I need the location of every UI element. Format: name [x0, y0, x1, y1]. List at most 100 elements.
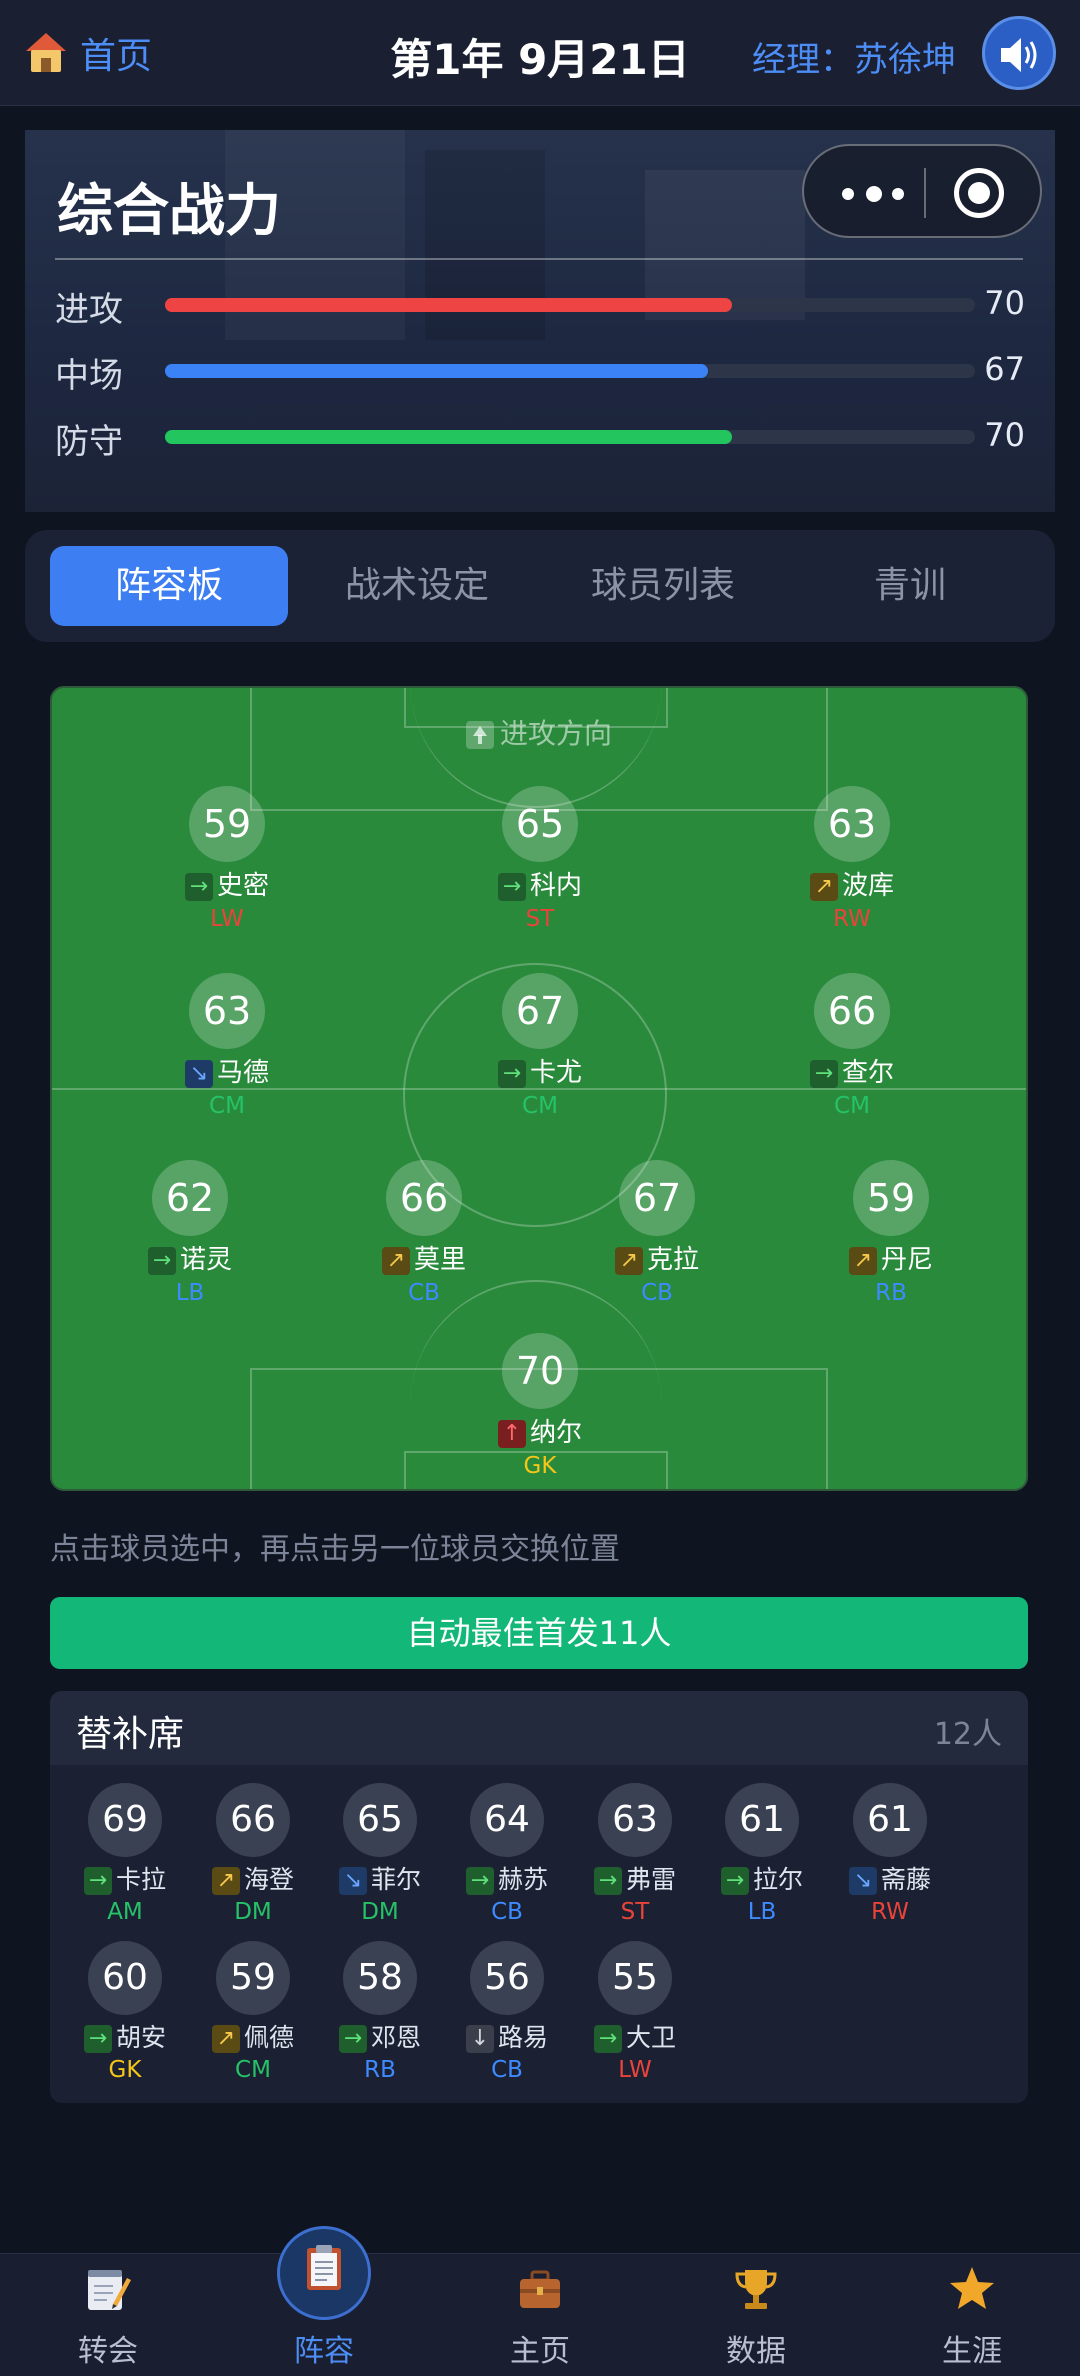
attack-direction-label: 进攻方向 — [499, 717, 612, 750]
player-rating: 59 — [853, 1160, 929, 1236]
trend-arrow-icon: ↘ — [338, 1867, 367, 1895]
pitch-player[interactable]: 67 → 卡尤 CM — [460, 973, 620, 1119]
stat-row-midfield: 中场 67 — [55, 344, 1025, 396]
player-name: 查尔 — [841, 1058, 894, 1088]
more-menu-button[interactable] — [830, 166, 922, 220]
sound-button[interactable] — [982, 16, 1056, 90]
bench-player[interactable]: 61 ↘ 斋藤 RW — [825, 1783, 955, 1925]
bench-player[interactable]: 58 → 邓恩 RB — [315, 1941, 445, 2083]
bench-player[interactable]: 69 → 卡拉 AM — [60, 1783, 190, 1925]
player-name: 科内 — [529, 871, 582, 901]
player-name: 佩德 — [243, 2023, 294, 2052]
stat-bar — [165, 430, 975, 444]
tab-youth-academy[interactable]: 青训 — [791, 546, 1029, 626]
player-position: CM — [834, 1093, 870, 1119]
nav-lineup[interactable]: 阵容 — [216, 2226, 432, 2376]
stat-row-attack: 进攻 70 — [55, 278, 1025, 330]
player-position: CB — [491, 2057, 523, 2083]
bench-player[interactable]: 55 → 大卫 LW — [570, 1941, 700, 2083]
player-position: AM — [107, 1899, 143, 1925]
bench-player[interactable]: 61 → 拉尔 LB — [697, 1783, 827, 1925]
trend-arrow-icon: ↘ — [184, 1059, 213, 1088]
stat-label: 中场 — [55, 356, 123, 396]
player-position: ST — [525, 906, 555, 932]
notepad-pencil-icon — [88, 2270, 131, 2310]
stat-bar — [165, 298, 975, 312]
bench-player[interactable]: 63 → 弗雷 ST — [570, 1783, 700, 1925]
player-position: ST — [620, 1899, 650, 1925]
trend-arrow-icon: ↗ — [809, 872, 838, 901]
player-position: CM — [209, 1093, 245, 1119]
bench-player[interactable]: 60 → 胡安 GK — [60, 1941, 190, 2083]
nav-label: 转会 — [78, 2334, 138, 2369]
pitch-player[interactable]: 70 ↑ 纳尔 GK — [460, 1333, 620, 1479]
pitch-player[interactable]: 59 ↗ 丹尼 RB — [811, 1160, 971, 1306]
player-rating: 65 — [343, 1783, 417, 1857]
pitch-player[interactable]: 66 → 查尔 CM — [772, 973, 932, 1119]
tab-lineup-board[interactable]: 阵容板 — [50, 546, 288, 626]
trend-arrow-icon: ↗ — [211, 2025, 240, 2053]
auto-best-lineup-button[interactable]: 自动最佳首发11人 — [50, 1597, 1028, 1669]
player-rating: 56 — [470, 1941, 544, 2015]
trend-arrow-icon: ↗ — [614, 1246, 643, 1275]
player-name: 菲尔 — [370, 1865, 421, 1894]
nav-label: 主页 — [510, 2334, 570, 2369]
tab-bar: 阵容板 战术设定 球员列表 青训 — [25, 530, 1055, 642]
stat-bar-fill — [165, 430, 732, 444]
pitch-player[interactable]: 67 ↗ 克拉 CB — [577, 1160, 737, 1306]
stat-value: 70 — [984, 284, 1025, 322]
bench-player[interactable]: 65 ↘ 菲尔 DM — [315, 1783, 445, 1925]
player-position: CB — [408, 1280, 440, 1306]
nav-transfer[interactable]: 转会 — [0, 2254, 216, 2376]
stat-value: 67 — [984, 350, 1025, 388]
player-name: 波库 — [841, 871, 894, 901]
pitch-player[interactable]: 62 → 诺灵 LB — [110, 1160, 270, 1306]
bench-player[interactable]: 56 ↓ 路易 CB — [442, 1941, 572, 2083]
player-name: 路易 — [497, 2023, 548, 2052]
player-name: 卡拉 — [115, 1865, 166, 1894]
nav-stats[interactable]: 数据 — [648, 2254, 864, 2376]
home-link[interactable]: 首页 — [26, 28, 152, 78]
pitch-player[interactable]: 63 ↘ 马德 CM — [147, 973, 307, 1119]
trend-arrow-icon: ↓ — [465, 2025, 494, 2053]
player-position: RW — [871, 1899, 909, 1925]
pitch-player[interactable]: 65 → 科内 ST — [460, 786, 620, 932]
player-position: CM — [235, 2057, 271, 2083]
player-rating: 60 — [88, 1941, 162, 2015]
formation-pitch: 进攻方向 59 → 史密 LW 65 → 科内 ST 63 ↗ 波库 RW 63 ↘ 马… — [50, 686, 1028, 1491]
player-name: 诺灵 — [179, 1245, 232, 1275]
bench-player[interactable]: 64 → 赫苏 CB — [442, 1783, 572, 1925]
player-name: 纳尔 — [529, 1418, 582, 1448]
player-name: 胡安 — [115, 2023, 166, 2052]
tab-player-list[interactable]: 球员列表 — [544, 546, 782, 626]
swap-hint: 点击球员选中，再点击另一位球员交换位置 — [50, 1532, 620, 1567]
player-position: RB — [875, 1280, 907, 1306]
star-icon — [950, 2267, 994, 2309]
nav-home[interactable]: 主页 — [432, 2254, 648, 2376]
bench-player[interactable]: 66 ↗ 海登 DM — [188, 1783, 318, 1925]
trophy-icon — [735, 2270, 777, 2309]
trend-arrow-icon: ↗ — [381, 1246, 410, 1275]
bench-player[interactable]: 59 ↗ 佩德 CM — [188, 1941, 318, 2083]
player-position: CM — [522, 1093, 558, 1119]
pitch-player[interactable]: 66 ↗ 莫里 CB — [344, 1160, 504, 1306]
trend-arrow-icon: → — [83, 2025, 112, 2053]
player-rating: 63 — [189, 973, 265, 1049]
pitch-player[interactable]: 63 ↗ 波库 RW — [772, 786, 932, 932]
more-dots-icon — [842, 188, 854, 200]
nav-career[interactable]: 生涯 — [864, 2254, 1080, 2376]
stat-label: 进攻 — [55, 290, 123, 330]
player-name: 丹尼 — [880, 1245, 933, 1275]
pitch-player[interactable]: 59 → 史密 LW — [147, 786, 307, 932]
player-rating: 66 — [386, 1160, 462, 1236]
player-rating: 61 — [853, 1783, 927, 1857]
stat-value: 70 — [984, 416, 1025, 454]
bench-title: 替补席 — [76, 1714, 185, 1755]
player-rating: 70 — [502, 1333, 578, 1409]
manager-name[interactable]: 经理：苏徐坤 — [752, 32, 956, 81]
trend-arrow-icon: ↑ — [497, 1419, 526, 1448]
tab-tactics[interactable]: 战术设定 — [298, 546, 536, 626]
stat-label: 防守 — [55, 422, 123, 462]
close-target-button[interactable] — [954, 168, 1004, 218]
player-position: GK — [108, 2057, 142, 2083]
